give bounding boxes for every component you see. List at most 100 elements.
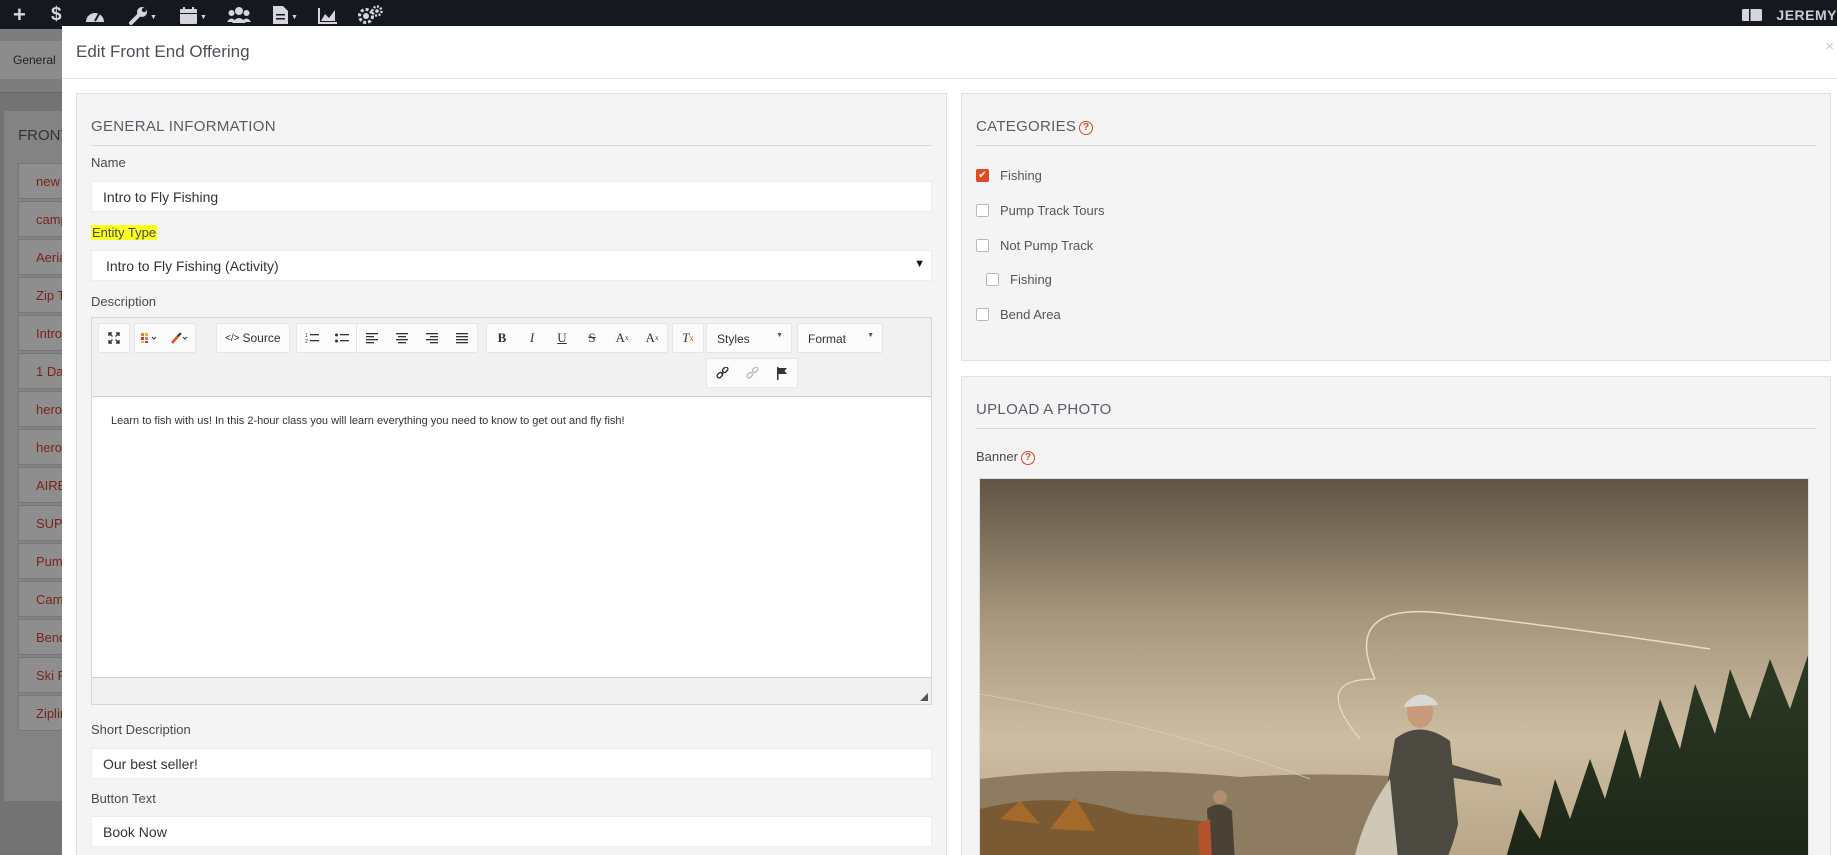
toolbar-group-source: </> Source (216, 323, 290, 353)
toolbar-group-colors (134, 323, 196, 353)
short-description-label: Short Description (91, 722, 191, 737)
ticket-icon[interactable] (1741, 4, 1763, 26)
categories-title: CATEGORIES? (976, 118, 1094, 135)
top-nav: + $ ▼ ▼ ▼ JEREMY (0, 0, 1837, 29)
align-center-icon[interactable] (387, 324, 417, 352)
format-dropdown[interactable]: Format ▼ (797, 323, 883, 353)
help-icon[interactable]: ? (1079, 121, 1094, 135)
maximize-icon[interactable] (99, 324, 129, 352)
rich-text-editor: </> Source 12 B I U S A x A x T x Styles… (91, 317, 932, 705)
categories-card: CATEGORIES? ✔ Fishing Pump Track Tours No… (961, 93, 1831, 361)
source-button[interactable]: </> Source (217, 324, 289, 352)
document-icon[interactable]: ▼ (272, 4, 298, 26)
entity-type-select[interactable]: Intro to Fly Fishing (Activity) ▼ (91, 250, 932, 281)
category-label: Fishing (1000, 168, 1042, 183)
plus-icon[interactable]: + (13, 4, 26, 26)
resize-handle-icon[interactable] (920, 693, 928, 701)
banner-label: Banner? (976, 449, 1035, 465)
help-icon[interactable]: ? (1020, 451, 1035, 465)
styles-label: Styles (717, 332, 750, 346)
wrench-icon[interactable]: ▼ (128, 4, 157, 26)
bold-icon[interactable]: B (487, 324, 517, 352)
align-justify-icon[interactable] (447, 324, 477, 352)
entity-type-value: Intro to Fly Fishing (Activity) (106, 258, 279, 274)
format-label: Format (808, 332, 847, 346)
remove-format-icon[interactable]: Tx (673, 324, 703, 352)
upload-photo-title: UPLOAD A PHOTO (976, 401, 1112, 418)
name-input[interactable]: Intro to Fly Fishing (91, 181, 932, 212)
underline-icon[interactable]: U (547, 324, 577, 352)
dollar-icon[interactable]: $ (51, 4, 62, 26)
divider (976, 428, 1816, 429)
chevron-down-icon: ▼ (776, 332, 783, 339)
toolbar-group-links (706, 358, 798, 388)
name-label: Name (91, 155, 126, 170)
modal-header: Edit Front End Offering × (62, 26, 1837, 79)
user-name[interactable]: JEREMY (1776, 7, 1837, 23)
category-label: Not Pump Track (1000, 238, 1094, 253)
editor-toolbar: </> Source 12 B I U S A x A x T x Styles… (92, 318, 931, 397)
strikethrough-icon[interactable]: S (577, 324, 607, 352)
gears-icon[interactable] (358, 4, 383, 26)
users-icon[interactable] (227, 4, 251, 26)
divider (91, 145, 932, 146)
toolbar-group-align (356, 323, 478, 353)
upload-photo-card: UPLOAD A PHOTO Banner? (961, 376, 1831, 855)
link-icon[interactable] (707, 359, 737, 387)
editor-content[interactable]: Learn to fish with us! In this 2-hour cl… (92, 398, 931, 678)
modal-title: Edit Front End Offering (76, 42, 250, 61)
fly-fishing-photo (980, 479, 1808, 855)
checkbox-checked-icon: ✔ (976, 169, 989, 182)
banner-label-text: Banner (976, 449, 1018, 464)
category-label: Fishing (1010, 272, 1052, 287)
banner-photo[interactable] (979, 478, 1809, 855)
category-checkbox-bend-area[interactable]: Bend Area (976, 307, 1061, 322)
editor-paragraph: Learn to fish with us! In this 2-hour cl… (111, 415, 625, 427)
button-text-label: Button Text (91, 791, 156, 806)
dashboard-icon[interactable] (84, 4, 106, 26)
short-description-input[interactable]: Our best seller! (91, 748, 932, 779)
general-information-title: GENERAL INFORMATION (91, 118, 276, 135)
edit-offering-modal: Edit Front End Offering × GENERAL INFORM… (62, 26, 1837, 855)
category-label: Bend Area (1000, 307, 1061, 322)
italic-icon[interactable]: I (517, 324, 547, 352)
source-label: Source (242, 331, 281, 345)
background-color-icon[interactable] (165, 324, 195, 352)
align-left-icon[interactable] (357, 324, 387, 352)
chart-icon[interactable] (318, 4, 338, 26)
anchor-flag-icon[interactable] (767, 359, 797, 387)
toolbar-group-clear: Tx (672, 323, 704, 353)
category-checkbox-pump-track-tours[interactable]: Pump Track Tours (976, 203, 1105, 218)
numbered-list-icon[interactable]: 12 (297, 324, 327, 352)
checkbox-icon (976, 239, 989, 252)
toolbar-group-maximize (98, 323, 130, 353)
superscript-icon[interactable]: Ax (637, 324, 667, 352)
toolbar-group-lists: 12 (296, 323, 358, 353)
category-label: Pump Track Tours (1000, 203, 1105, 218)
editor-footer (92, 677, 931, 704)
styles-dropdown[interactable]: Styles ▼ (706, 323, 792, 353)
svg-text:2: 2 (305, 339, 308, 344)
checkbox-icon (976, 308, 989, 321)
calendar-icon[interactable]: ▼ (179, 4, 207, 26)
chevron-down-icon: ▼ (867, 332, 874, 339)
subscript-icon[interactable]: Ax (607, 324, 637, 352)
checkbox-icon (976, 204, 989, 217)
chevron-down-icon: ▼ (914, 258, 925, 270)
background-tab-general[interactable]: General (0, 41, 62, 79)
close-icon[interactable]: × (1825, 38, 1834, 55)
categories-title-text: CATEGORIES (976, 118, 1077, 135)
category-checkbox-fishing-sub[interactable]: Fishing (986, 272, 1052, 287)
checkbox-icon (986, 273, 999, 286)
category-checkbox-fishing[interactable]: ✔ Fishing (976, 168, 1042, 183)
unlink-icon[interactable] (737, 359, 767, 387)
description-label: Description (91, 294, 157, 309)
align-right-icon[interactable] (417, 324, 447, 352)
bulleted-list-icon[interactable] (327, 324, 357, 352)
general-information-card: GENERAL INFORMATION Name Intro to Fly Fi… (76, 93, 947, 855)
divider (976, 145, 1816, 146)
text-color-icon[interactable] (135, 324, 165, 352)
category-checkbox-not-pump-track[interactable]: Not Pump Track (976, 238, 1093, 253)
entity-type-label: Entity Type (91, 225, 158, 240)
button-text-input[interactable]: Book Now (91, 816, 932, 847)
